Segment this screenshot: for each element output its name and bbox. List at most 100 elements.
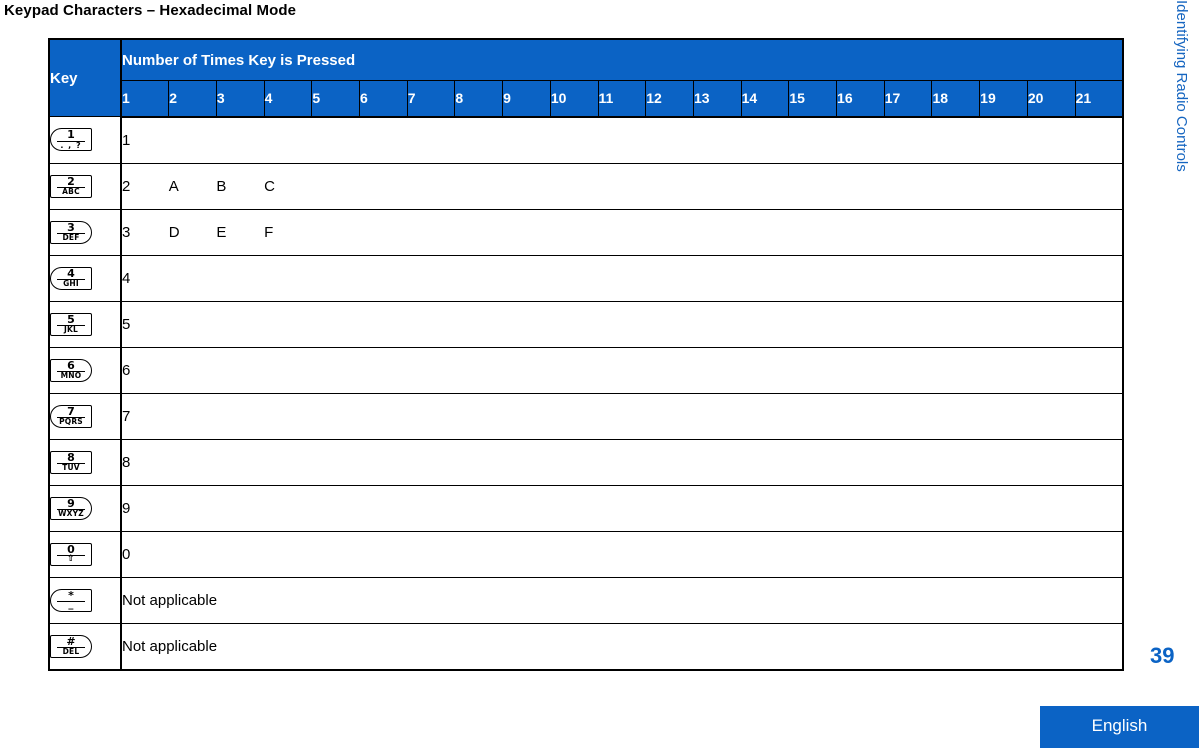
character-cell	[598, 162, 646, 210]
header-press-count-15: 15	[788, 80, 838, 118]
character-cell	[454, 300, 503, 348]
character-cell	[598, 208, 646, 256]
character-cell	[741, 300, 789, 348]
character-cell	[693, 162, 742, 210]
character-cell	[1075, 116, 1123, 164]
character-cell	[1027, 300, 1076, 348]
character-cell	[359, 162, 408, 210]
character-cell	[931, 346, 980, 394]
character-cell	[311, 208, 360, 256]
character-cell	[550, 392, 599, 440]
key-cell: * _	[49, 576, 122, 624]
keycap-letters: DEF	[62, 233, 80, 242]
header-press-count-9: 9	[502, 80, 551, 118]
character-cell	[502, 208, 551, 256]
character-cell	[502, 346, 551, 394]
character-cell	[884, 346, 932, 394]
character-cell	[311, 346, 360, 394]
character-cell	[931, 300, 980, 348]
keypad-key-5-icon: 5 JKL	[50, 312, 92, 336]
character-cell	[979, 208, 1028, 256]
key-cell: 5 JKL	[49, 300, 122, 348]
character-cell	[1027, 162, 1076, 210]
character-cell	[693, 530, 742, 578]
key-cell: 4 GHI	[49, 254, 122, 302]
character-cell	[693, 300, 742, 348]
character-cell	[884, 116, 932, 164]
table-row: 9 WXYZ 9	[49, 484, 1123, 532]
character-cell	[168, 116, 217, 164]
keycap-digit: 9	[67, 496, 75, 510]
character-cell	[931, 116, 980, 164]
keycap-digit: #	[66, 634, 76, 648]
header-press-count-16: 16	[836, 80, 885, 118]
keypad-key-star-icon: * _	[50, 588, 92, 612]
character-cell	[1027, 530, 1076, 578]
table-row: 8 TUV 8	[49, 438, 1123, 486]
character-cell	[645, 484, 694, 532]
character-cell	[550, 530, 599, 578]
character-cell	[693, 438, 742, 486]
character-cell	[788, 438, 837, 486]
header-press-count-13: 13	[692, 80, 742, 118]
header-press-count-12: 12	[645, 80, 694, 118]
not-applicable-cell: Not applicable	[121, 622, 1123, 670]
header-press-count-8: 8	[454, 80, 504, 118]
header-press-count-20: 20	[1026, 80, 1076, 118]
character-cell	[1027, 392, 1076, 440]
keycap-digit: 6	[67, 358, 75, 372]
character-cell	[884, 208, 932, 256]
language-label: English	[1091, 716, 1148, 735]
header-press-count-4: 4	[263, 80, 313, 118]
character-cell	[1075, 300, 1123, 348]
header-press-count-group: Number of Times Key is Pressed	[120, 38, 1124, 82]
character-cell	[216, 116, 265, 164]
character-cell	[1075, 438, 1123, 486]
character-cell	[836, 116, 885, 164]
character-cell	[645, 300, 694, 348]
character-cell: 2	[121, 162, 169, 210]
character-cell: 6	[121, 346, 169, 394]
character-cell	[407, 392, 455, 440]
character-cell	[550, 346, 599, 394]
character-cell	[311, 484, 360, 532]
character-cell	[168, 438, 217, 486]
key-cell: 8 TUV	[49, 438, 122, 486]
sidebar-section-tab: Identifying Radio Controls	[1163, 0, 1199, 230]
character-cell	[168, 254, 217, 302]
character-cell	[598, 346, 646, 394]
character-cell	[645, 208, 694, 256]
character-cell	[168, 484, 217, 532]
character-cell	[407, 208, 455, 256]
keycap-digit: 0	[67, 542, 75, 556]
character-cell	[502, 162, 551, 210]
keycap-letters: TUV	[62, 463, 80, 472]
character-cell	[264, 300, 312, 348]
character-cell	[645, 530, 694, 578]
character-cell	[359, 208, 408, 256]
character-cell	[931, 530, 980, 578]
character-cell: E	[216, 208, 265, 256]
table-row: 2 ABC 2 A B C	[49, 162, 1123, 210]
key-cell: 0 ⇧	[49, 530, 122, 578]
header-press-count-5: 5	[311, 80, 361, 118]
table-row: 3 DEF 3 D E F	[49, 208, 1123, 256]
character-cell: C	[264, 162, 312, 210]
header-press-count-14: 14	[740, 80, 790, 118]
keypad-key-7-icon: 7 PQRS	[50, 404, 92, 428]
character-cell	[359, 116, 408, 164]
character-cell	[264, 392, 312, 440]
keypad-key-9-icon: 9 WXYZ	[50, 496, 92, 520]
header-press-count-2: 2	[168, 80, 217, 118]
character-cell	[645, 392, 694, 440]
character-cell	[931, 392, 980, 440]
character-cell	[788, 208, 837, 256]
character-cell	[168, 300, 217, 348]
character-cell	[502, 254, 551, 302]
character-cell	[788, 530, 837, 578]
character-cell: 1	[121, 116, 169, 164]
character-cell	[550, 116, 599, 164]
character-cell	[454, 484, 503, 532]
keypad-key-0-icon: 0 ⇧	[50, 542, 92, 566]
character-cell	[741, 530, 789, 578]
